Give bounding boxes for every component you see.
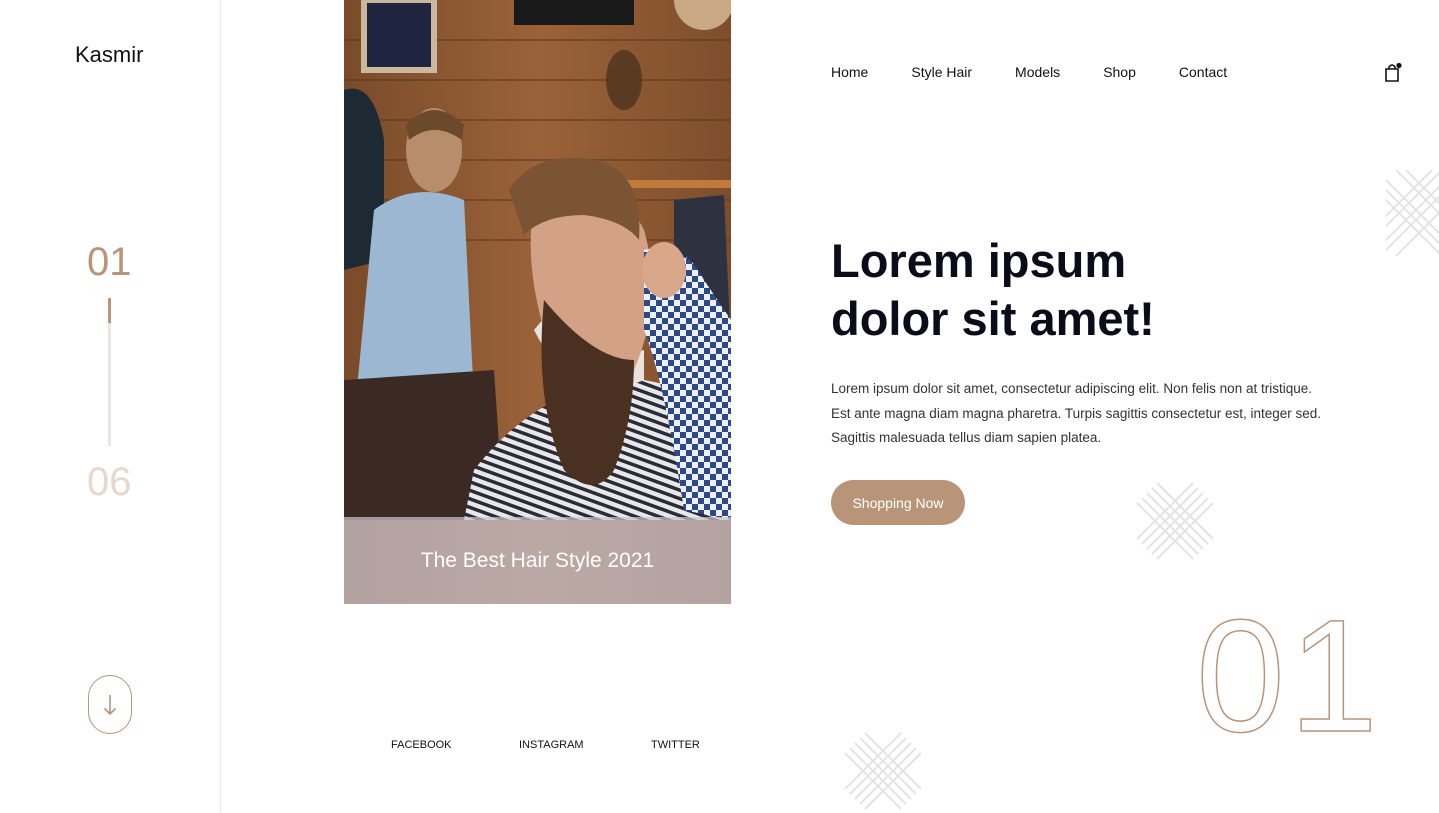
hero-image: The Best Hair Style 2021 xyxy=(344,0,731,604)
nav-item-style-hair[interactable]: Style Hair xyxy=(911,64,972,80)
scroll-down-button[interactable] xyxy=(88,675,132,734)
crosshatch-pattern-decoration xyxy=(1386,170,1439,256)
cart-button[interactable] xyxy=(1383,62,1403,84)
social-link-facebook[interactable]: FACEBOOK xyxy=(391,739,452,751)
shopping-now-button[interactable]: Shopping Now xyxy=(831,480,965,525)
nav-item-contact[interactable]: Contact xyxy=(1179,64,1227,80)
crosshatch-pattern-decoration-3 xyxy=(844,732,922,810)
hero-caption: The Best Hair Style 2021 xyxy=(420,548,655,572)
brand-logo[interactable]: Kasmir xyxy=(75,42,143,68)
crosshatch-pattern-decoration-2 xyxy=(1136,482,1214,560)
slide-progress-track xyxy=(108,298,111,446)
arrow-down-icon xyxy=(103,694,117,715)
hero-headline-line2: dolor sit amet! xyxy=(831,292,1155,345)
slide-number-outline: 01 xyxy=(1195,586,1382,765)
barber-photo xyxy=(344,0,731,604)
hero-caption-box: The Best Hair Style 2021 xyxy=(344,517,731,604)
sidebar: Kasmir 01 06 xyxy=(0,0,221,813)
hero-description: Lorem ipsum dolor sit amet, consectetur … xyxy=(831,381,1322,445)
social-link-twitter[interactable]: TWITTER xyxy=(651,739,700,751)
slide-progress-fill xyxy=(108,298,111,324)
hero-headline-line1: Lorem ipsum xyxy=(831,234,1127,287)
hero-headline: Lorem ipsum dolor sit amet! xyxy=(831,232,1251,348)
slide-counter-current: 01 xyxy=(87,240,132,284)
social-link-instagram[interactable]: INSTAGRAM xyxy=(519,739,584,751)
main-nav: Home Style Hair Models Shop Contact xyxy=(831,64,1270,80)
shopping-bag-icon xyxy=(1385,62,1402,82)
nav-item-home[interactable]: Home xyxy=(831,64,868,80)
nav-item-models[interactable]: Models xyxy=(1015,64,1060,80)
slide-counter-total: 06 xyxy=(87,460,132,504)
nav-item-shop[interactable]: Shop xyxy=(1103,64,1136,80)
